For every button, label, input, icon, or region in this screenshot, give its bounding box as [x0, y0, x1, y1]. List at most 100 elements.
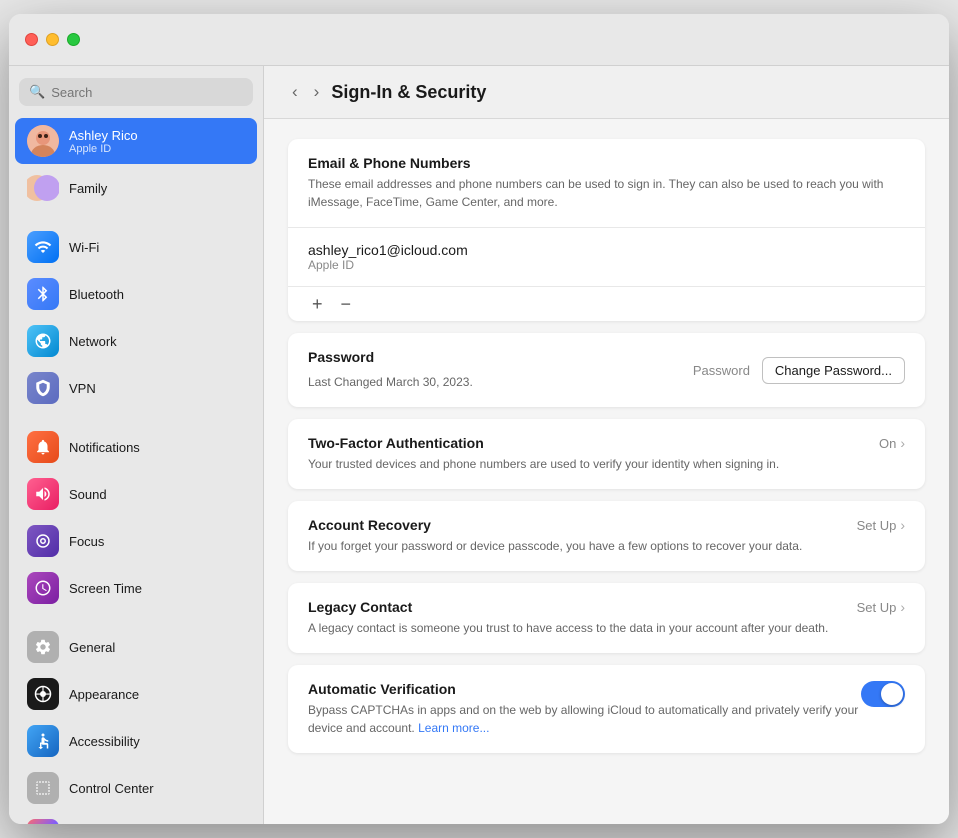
notifications-icon	[27, 431, 59, 463]
sidebar-item-appleid[interactable]: Ashley Rico Apple ID	[15, 118, 257, 164]
legacy-contact-chevron-icon: ›	[900, 599, 905, 615]
family-icon	[27, 172, 59, 204]
auto-verification-toggle[interactable]	[861, 681, 905, 707]
account-recovery-action-label: Set Up	[857, 518, 897, 533]
sidebar-item-general[interactable]: General	[15, 624, 257, 670]
sidebar-item-screentime[interactable]: Screen Time	[15, 565, 257, 611]
sound-label: Sound	[69, 487, 107, 502]
screentime-label: Screen Time	[69, 581, 142, 596]
legacy-contact-card[interactable]: Legacy Contact A legacy contact is someo…	[288, 583, 925, 653]
password-last-changed: Last Changed March 30, 2023.	[308, 373, 473, 391]
account-recovery-section[interactable]: Account Recovery If you forget your pass…	[288, 501, 925, 571]
password-controls: Password Change Password...	[693, 357, 905, 384]
network-icon	[27, 325, 59, 357]
sidebar-item-family[interactable]: Family	[15, 165, 257, 211]
remove-email-button[interactable]: −	[333, 295, 360, 313]
email-phone-card: Email & Phone Numbers These email addres…	[288, 139, 925, 321]
page-title: Sign-In & Security	[331, 82, 486, 103]
screentime-icon	[27, 572, 59, 604]
auto-verification-section: Automatic Verification Bypass CAPTCHAs i…	[288, 665, 925, 753]
legacy-contact-section[interactable]: Legacy Contact A legacy contact is someo…	[288, 583, 925, 653]
accessibility-label: Accessibility	[69, 734, 140, 749]
legacy-contact-title: Legacy Contact	[308, 599, 841, 615]
sound-icon	[27, 478, 59, 510]
main-window: 🔍 Ashley Rico Apple ID	[9, 14, 949, 824]
email-section-desc: These email addresses and phone numbers …	[308, 175, 905, 211]
email-header-section: Email & Phone Numbers These email addres…	[288, 139, 925, 228]
vpn-label: VPN	[69, 381, 96, 396]
appearance-icon	[27, 678, 59, 710]
sidebar-item-notifications[interactable]: Notifications	[15, 424, 257, 470]
email-section-title: Email & Phone Numbers	[308, 155, 905, 171]
appearance-label: Appearance	[69, 687, 139, 702]
main-content-area: ‹ › Sign-In & Security Email & Phone Num…	[264, 66, 949, 824]
password-card: Password Last Changed March 30, 2023. Pa…	[288, 333, 925, 407]
search-icon: 🔍	[29, 84, 45, 100]
legacy-contact-action-label: Set Up	[857, 600, 897, 615]
two-factor-card[interactable]: Two-Factor Authentication Your trusted d…	[288, 419, 925, 489]
bluetooth-icon	[27, 278, 59, 310]
toggle-knob	[881, 683, 903, 705]
email-type: Apple ID	[308, 258, 905, 272]
account-recovery-desc: If you forget your password or device pa…	[308, 537, 841, 555]
wifi-icon	[27, 231, 59, 263]
sidebar-item-siri[interactable]: Siri & Spotlight	[15, 812, 257, 824]
network-label: Network	[69, 334, 117, 349]
account-recovery-card[interactable]: Account Recovery If you forget your pass…	[288, 501, 925, 571]
account-recovery-info: Account Recovery If you forget your pass…	[308, 517, 841, 555]
sidebar-item-vpn[interactable]: VPN	[15, 365, 257, 411]
sidebar-item-wifi[interactable]: Wi-Fi	[15, 224, 257, 270]
notifications-label: Notifications	[69, 440, 140, 455]
user-subtitle: Apple ID	[69, 143, 138, 155]
avatar	[27, 125, 59, 157]
sidebar-item-appearance[interactable]: Appearance	[15, 671, 257, 717]
two-factor-section[interactable]: Two-Factor Authentication Your trusted d…	[288, 419, 925, 489]
sidebar-item-sound[interactable]: Sound	[15, 471, 257, 517]
siri-icon	[27, 819, 59, 824]
settings-content: Email & Phone Numbers These email addres…	[264, 119, 949, 773]
password-info: Password Last Changed March 30, 2023.	[308, 349, 473, 391]
fullscreen-button[interactable]	[67, 33, 80, 46]
general-icon	[27, 631, 59, 663]
two-factor-status-label: On	[879, 436, 896, 451]
forward-button[interactable]: ›	[310, 80, 324, 104]
user-name: Ashley Rico	[69, 128, 138, 143]
add-email-button[interactable]: +	[304, 295, 331, 313]
minimize-button[interactable]	[46, 33, 59, 46]
sidebar-item-focus[interactable]: Focus	[15, 518, 257, 564]
focus-label: Focus	[69, 534, 104, 549]
sidebar-item-controlcenter[interactable]: Control Center	[15, 765, 257, 811]
account-recovery-chevron-icon: ›	[900, 517, 905, 533]
controlcenter-label: Control Center	[69, 781, 154, 796]
bluetooth-label: Bluetooth	[69, 287, 124, 302]
legacy-contact-action: Set Up ›	[857, 599, 905, 615]
main-header: ‹ › Sign-In & Security	[264, 66, 949, 119]
sidebar-item-accessibility[interactable]: Accessibility	[15, 718, 257, 764]
password-title: Password	[308, 349, 473, 365]
close-button[interactable]	[25, 33, 38, 46]
sidebar-item-network[interactable]: Network	[15, 318, 257, 364]
two-factor-title: Two-Factor Authentication	[308, 435, 863, 451]
search-bar[interactable]: 🔍	[19, 78, 253, 106]
add-remove-row: + −	[288, 287, 925, 321]
change-password-button[interactable]: Change Password...	[762, 357, 905, 384]
general-label: General	[69, 640, 115, 655]
titlebar	[9, 14, 949, 66]
learn-more-link[interactable]: Learn more...	[418, 721, 489, 735]
focus-icon	[27, 525, 59, 557]
content-area: 🔍 Ashley Rico Apple ID	[9, 66, 949, 824]
back-button[interactable]: ‹	[288, 80, 302, 104]
chevron-right-icon: ›	[900, 435, 905, 451]
account-recovery-action: Set Up ›	[857, 517, 905, 533]
two-factor-desc: Your trusted devices and phone numbers a…	[308, 455, 863, 473]
accessibility-icon	[27, 725, 59, 757]
legacy-contact-info: Legacy Contact A legacy contact is someo…	[308, 599, 841, 637]
sidebar: 🔍 Ashley Rico Apple ID	[9, 66, 264, 824]
password-section: Password Last Changed March 30, 2023. Pa…	[288, 333, 925, 407]
search-input[interactable]	[51, 85, 243, 100]
password-label: Password	[693, 363, 750, 378]
wifi-label: Wi-Fi	[69, 240, 99, 255]
email-address: ashley_rico1@icloud.com	[308, 242, 905, 258]
sidebar-item-bluetooth[interactable]: Bluetooth	[15, 271, 257, 317]
account-recovery-title: Account Recovery	[308, 517, 841, 533]
